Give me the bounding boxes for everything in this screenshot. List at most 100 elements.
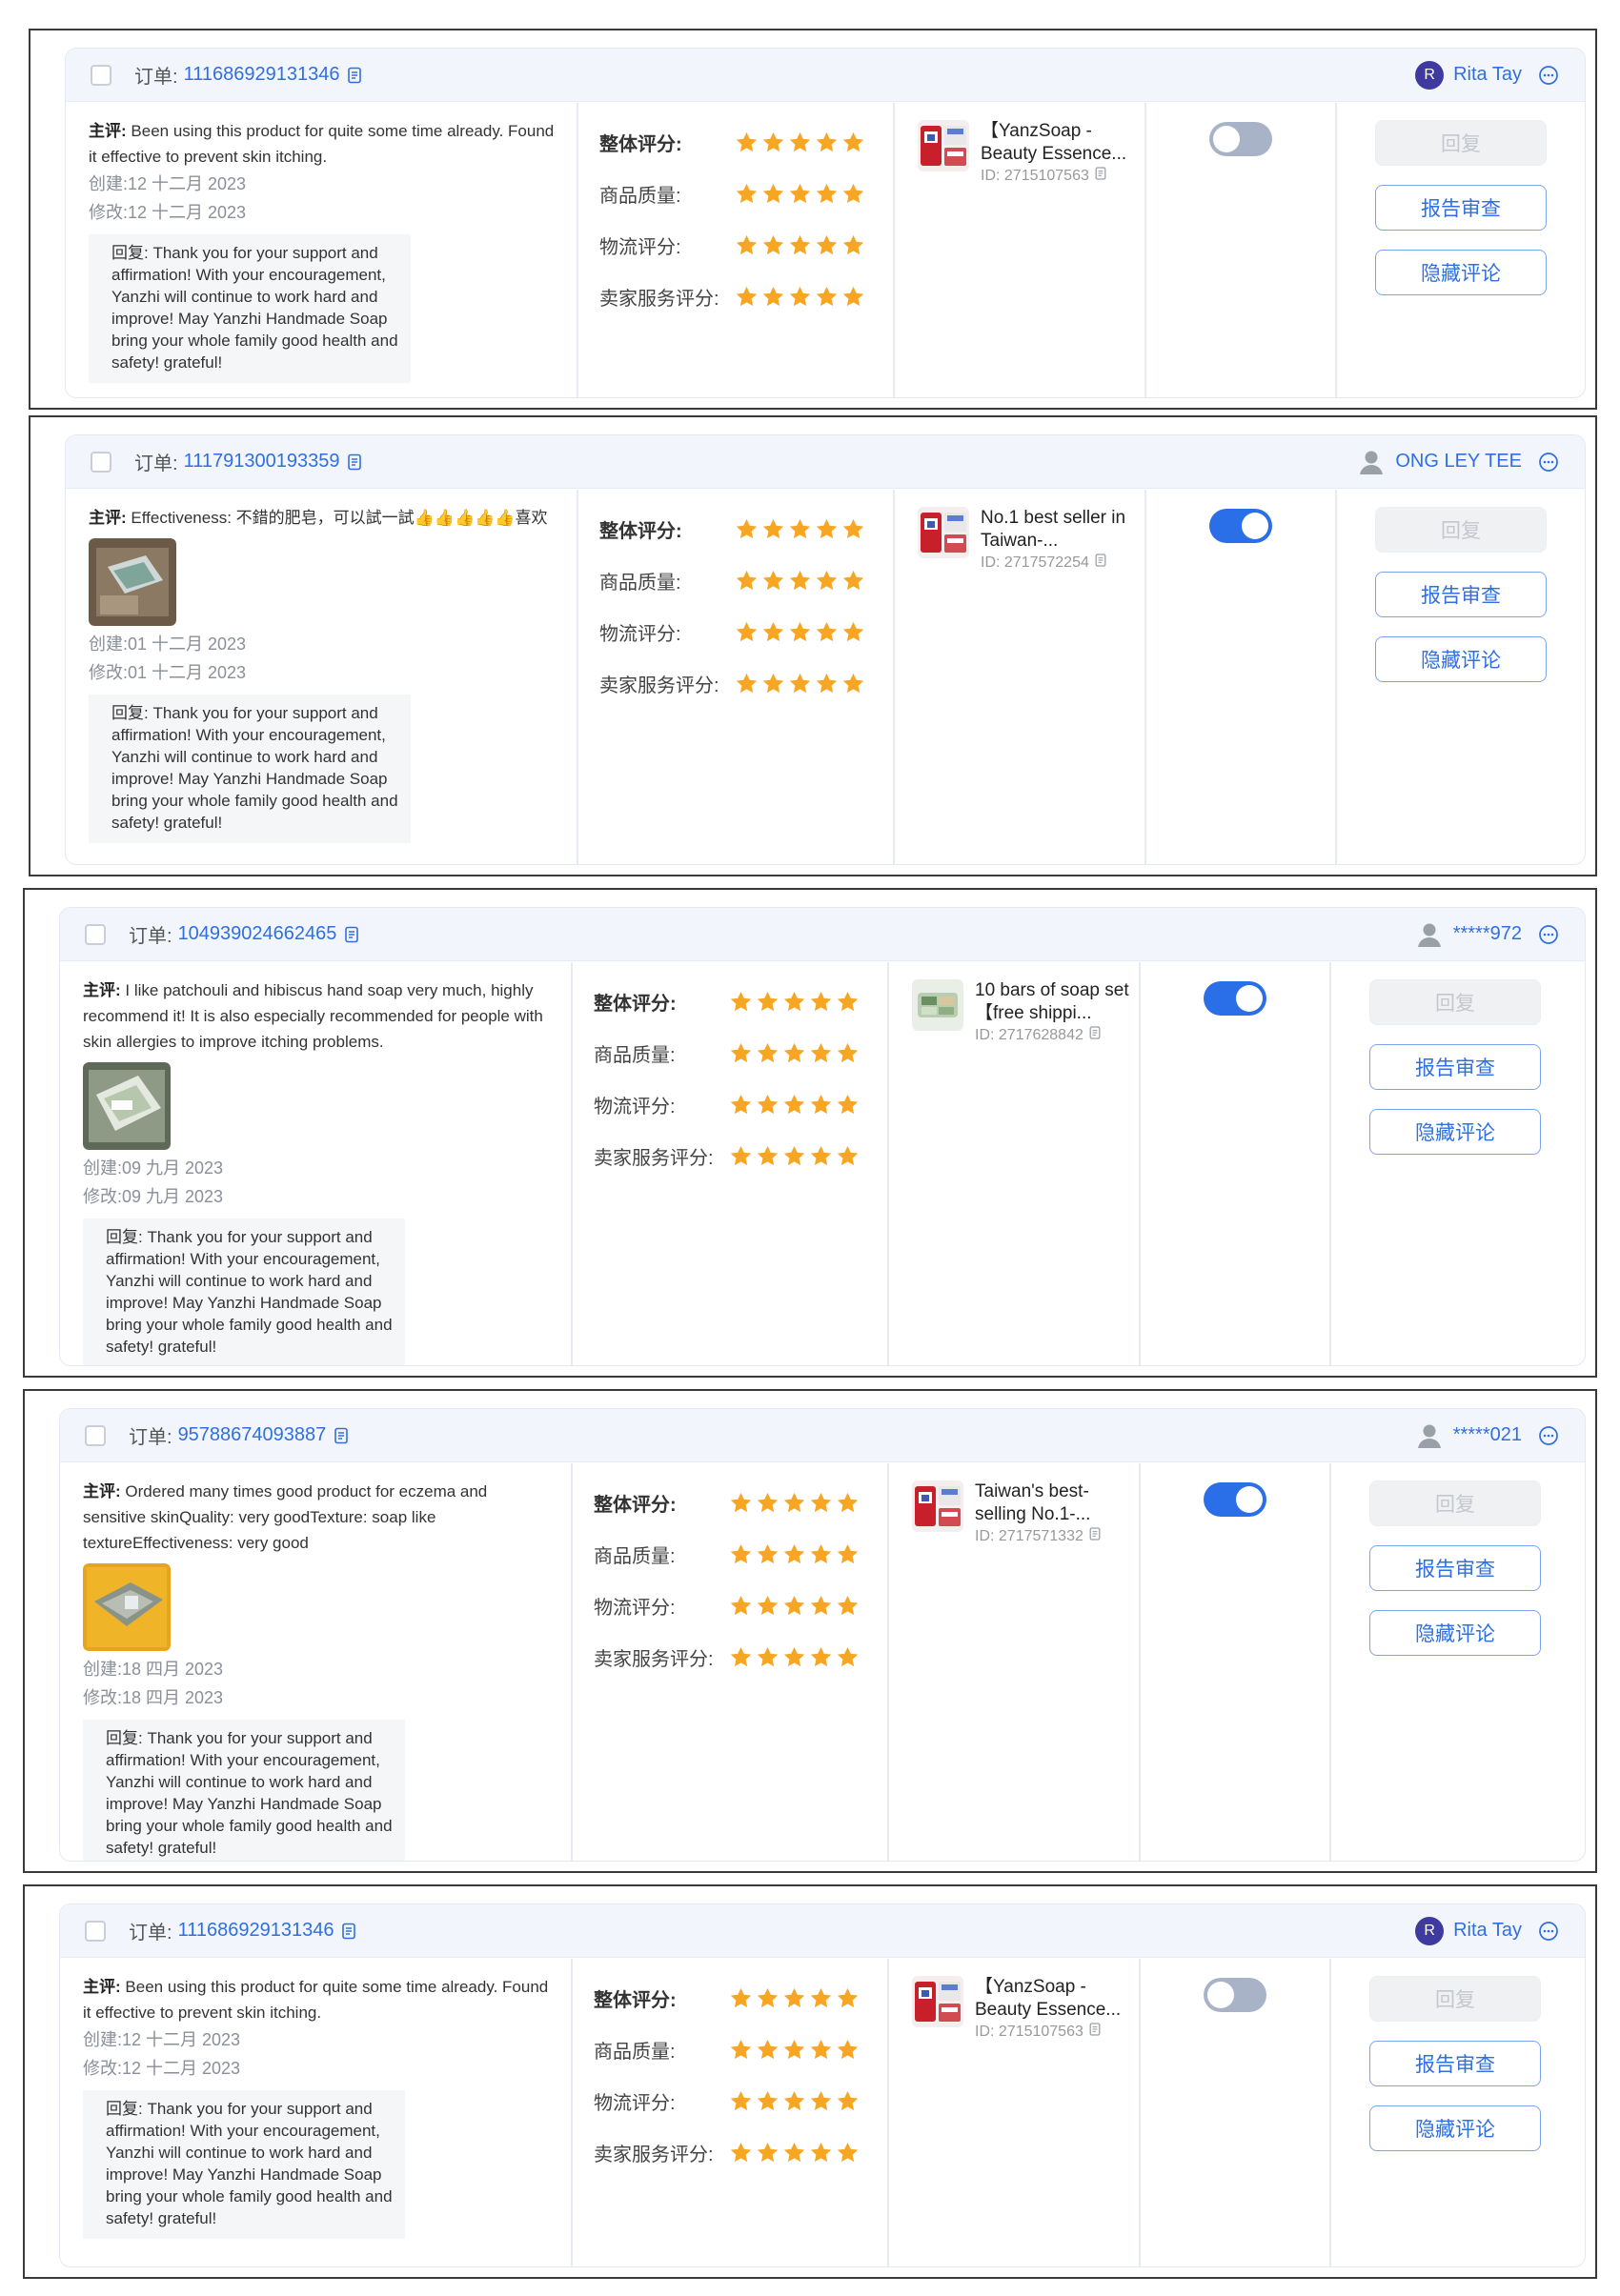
product-title[interactable]: No.1 best seller in Taiwan-... <box>981 507 1141 553</box>
order-number-link[interactable]: 111686929131346 <box>184 64 340 86</box>
chat-icon[interactable] <box>1537 64 1560 87</box>
reviewer-name-link[interactable]: *****021 <box>1453 1424 1522 1446</box>
product-title[interactable]: 【YanzSoap - Beauty Essence... <box>975 1976 1135 2022</box>
actions-column: 回复 报告审查 隐藏评论 <box>1337 103 1585 397</box>
star-icon <box>788 517 812 541</box>
report-review-button[interactable]: 报告审查 <box>1369 1545 1541 1591</box>
product-title[interactable]: Taiwan's best-selling No.1-... <box>975 1480 1135 1526</box>
copy-icon[interactable] <box>339 1922 358 1941</box>
star-icon <box>735 182 759 206</box>
review-header: 订单: 111791300193359 ONG LEY TEE <box>66 435 1585 489</box>
reviewer-name-link[interactable]: Rita Tay <box>1453 64 1522 86</box>
chat-icon[interactable] <box>1537 1424 1560 1447</box>
copy-id-icon[interactable] <box>1087 2022 1103 2042</box>
select-checkbox[interactable] <box>85 1920 106 1942</box>
star-icon <box>782 1542 806 1566</box>
visibility-toggle[interactable] <box>1209 509 1272 543</box>
report-review-button[interactable]: 报告审查 <box>1369 2041 1541 2086</box>
order-number-link[interactable]: 104939024662465 <box>178 923 337 945</box>
star-icon <box>735 569 759 593</box>
product-thumbnail[interactable] <box>912 1480 963 1532</box>
created-date: 创建:12 十二月 2023 <box>83 2030 241 2049</box>
reply-text: Thank you for your support and affirmati… <box>106 1729 393 1857</box>
star-rating <box>729 1491 860 1515</box>
report-review-button[interactable]: 报告审查 <box>1375 185 1547 231</box>
select-checkbox[interactable] <box>85 1424 106 1446</box>
reviewer-name-link[interactable]: *****972 <box>1453 923 1522 945</box>
reply-button[interactable]: 回复 <box>1375 120 1547 166</box>
hide-review-button[interactable]: 隐藏评论 <box>1369 2105 1541 2151</box>
order-label: 订单: <box>129 926 172 947</box>
star-icon <box>756 1542 780 1566</box>
select-checkbox[interactable] <box>91 64 111 86</box>
copy-id-icon[interactable] <box>1087 1025 1103 1045</box>
product-title[interactable]: 10 bars of soap set【free shippi... <box>975 979 1135 1025</box>
visibility-toggle[interactable] <box>1209 122 1272 156</box>
order-number-link[interactable]: 111686929131346 <box>178 1920 334 1942</box>
modified-date: 修改:18 四月 2023 <box>83 1688 224 1707</box>
reply-button[interactable]: 回复 <box>1369 979 1541 1025</box>
reviewer-name-link[interactable]: Rita Tay <box>1453 1920 1522 1942</box>
main-review-text: Been using this product for quite some t… <box>89 122 555 166</box>
report-review-button[interactable]: 报告审查 <box>1369 1044 1541 1090</box>
order-number-link[interactable]: 95788674093887 <box>178 1424 327 1446</box>
chat-icon[interactable] <box>1537 451 1560 473</box>
chat-icon[interactable] <box>1537 1920 1560 1943</box>
reply-button[interactable]: 回复 <box>1375 507 1547 553</box>
select-checkbox[interactable] <box>91 451 111 473</box>
product-column: Taiwan's best-selling No.1-... ID: 27175… <box>889 1463 1141 1861</box>
product-thumbnail[interactable] <box>918 120 969 171</box>
star-icon <box>756 1144 780 1168</box>
hide-review-button[interactable]: 隐藏评论 <box>1375 250 1547 295</box>
product-item[interactable]: Taiwan's best-selling No.1-... ID: 27175… <box>912 1480 1139 1546</box>
review-image[interactable] <box>89 538 556 626</box>
review-image[interactable] <box>83 1563 550 1651</box>
copy-icon[interactable] <box>345 66 364 85</box>
copy-icon[interactable] <box>332 1426 351 1445</box>
user-avatar-icon <box>1415 920 1444 949</box>
product-thumbnail[interactable] <box>912 979 963 1031</box>
star-icon <box>782 1645 806 1669</box>
copy-icon[interactable] <box>345 453 364 472</box>
seller-reply: 回复: Thank you for your support and affir… <box>83 1720 405 1861</box>
rating-row: 卖家服务评分: <box>599 657 893 709</box>
star-icon <box>729 1144 753 1168</box>
product-item[interactable]: 10 bars of soap set【free shippi... ID: 2… <box>912 979 1139 1045</box>
order-label: 订单: <box>134 453 178 474</box>
product-title[interactable]: 【YanzSoap - Beauty Essence... <box>981 120 1141 166</box>
hide-review-button[interactable]: 隐藏评论 <box>1369 1610 1541 1656</box>
reply-text: Thank you for your support and affirmati… <box>111 244 398 372</box>
order-number-link[interactable]: 111791300193359 <box>184 451 340 473</box>
star-icon <box>815 233 839 257</box>
reply-button[interactable]: 回复 <box>1369 1976 1541 2022</box>
main-review: 主评: Effectiveness: 不錯的肥皂，可以試一試👍👍👍👍👍喜欢 <box>89 505 556 531</box>
product-thumbnail[interactable] <box>912 1976 963 2027</box>
visibility-toggle[interactable] <box>1204 1482 1266 1517</box>
reply-button[interactable]: 回复 <box>1369 1480 1541 1526</box>
visibility-toggle[interactable] <box>1204 1978 1266 2012</box>
hide-review-button[interactable]: 隐藏评论 <box>1369 1109 1541 1155</box>
select-checkbox[interactable] <box>85 923 106 945</box>
product-column: 10 bars of soap set【free shippi... ID: 2… <box>889 962 1141 1365</box>
hide-review-button[interactable]: 隐藏评论 <box>1375 636 1547 682</box>
actions-column: 回复 报告审查 隐藏评论 <box>1331 962 1585 1365</box>
product-item[interactable]: No.1 best seller in Taiwan-... ID: 27175… <box>918 507 1144 573</box>
seller-reply: 回复: Thank you for your support and affir… <box>83 1218 405 1365</box>
report-review-button[interactable]: 报告审查 <box>1375 572 1547 617</box>
star-icon <box>836 1645 860 1669</box>
copy-id-icon[interactable] <box>1093 553 1108 573</box>
product-item[interactable]: 【YanzSoap - Beauty Essence... ID: 271510… <box>912 1976 1139 2042</box>
reviewer-name-link[interactable]: ONG LEY TEE <box>1395 451 1522 473</box>
product-thumbnail[interactable] <box>918 507 969 558</box>
visibility-toggle[interactable] <box>1204 981 1266 1016</box>
chat-icon[interactable] <box>1537 923 1560 946</box>
star-icon <box>782 1594 806 1618</box>
copy-id-icon[interactable] <box>1087 1526 1103 1546</box>
review-image[interactable] <box>83 1062 550 1150</box>
star-rating <box>735 569 865 593</box>
copy-icon[interactable] <box>342 925 361 944</box>
product-item[interactable]: 【YanzSoap - Beauty Essence... ID: 271510… <box>918 120 1144 186</box>
copy-id-icon[interactable] <box>1093 166 1108 186</box>
main-review-label: 主评: <box>83 1978 121 1996</box>
rating-column: 整体评分: 商品质量: 物流评分: 卖家服务评分: <box>573 962 889 1365</box>
